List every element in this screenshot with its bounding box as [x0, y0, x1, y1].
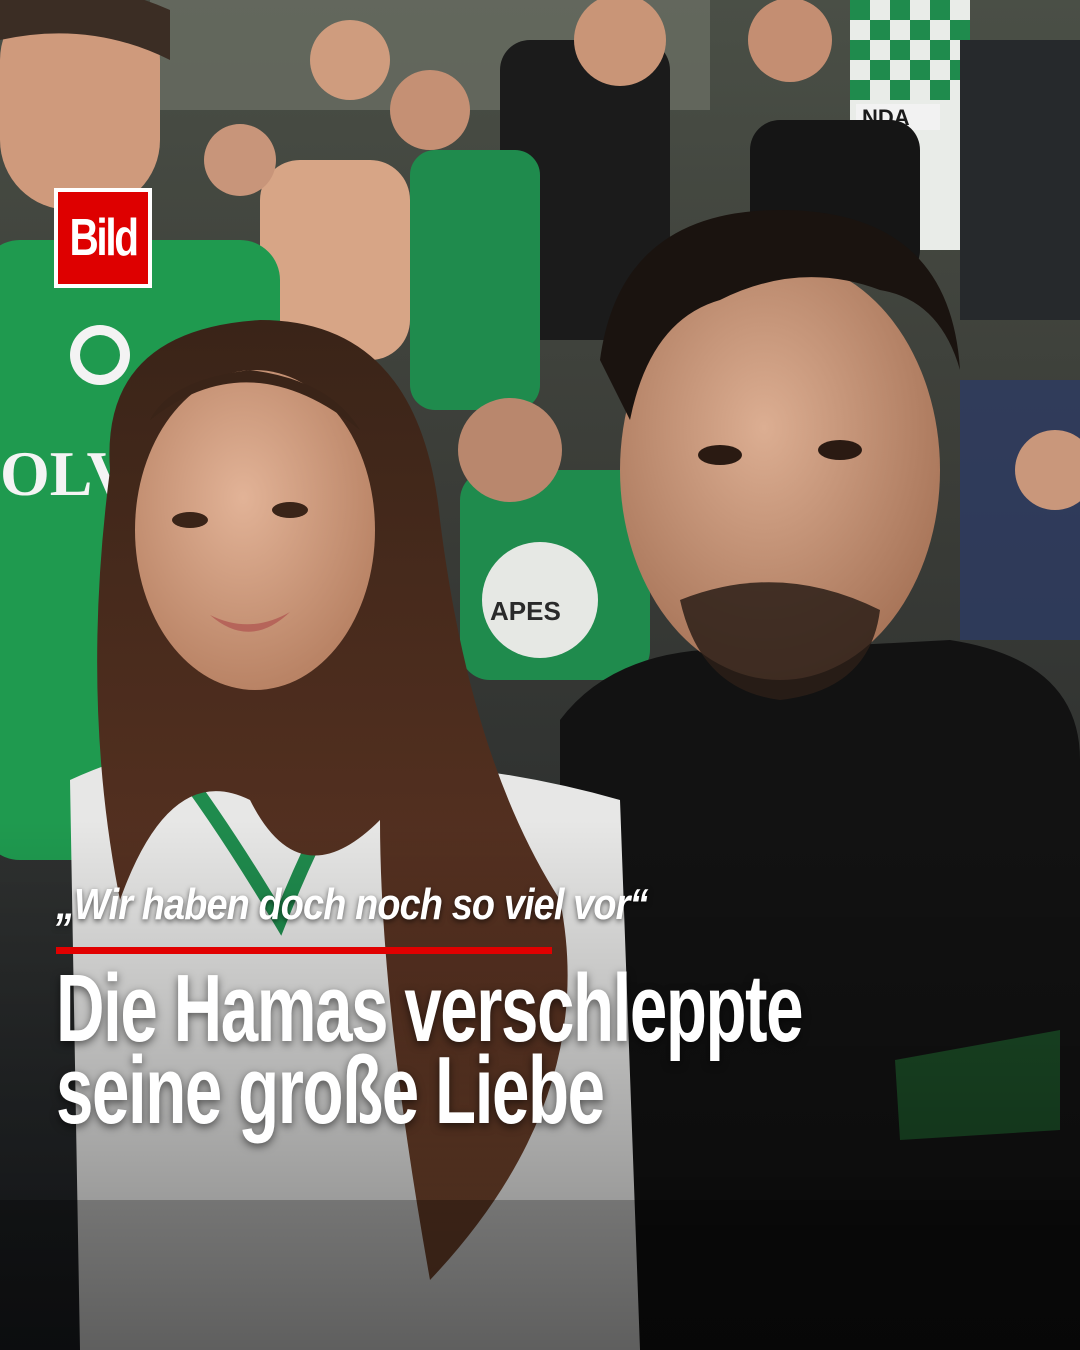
bild-logo: Bild — [54, 188, 152, 288]
headline-quote: „Wir haben doch noch so viel vor“ — [56, 880, 648, 929]
headline-line-2: seine große Liebe — [56, 1037, 605, 1144]
headline: Die Hamas verschleppte seine große Liebe — [56, 961, 1056, 1144]
bild-logo-text: Bild — [69, 209, 139, 267]
quote-underline — [56, 947, 552, 954]
jersey-text-apes: APES — [490, 596, 561, 626]
social-post: NDA APES OLVO Bild „Wir haben doch noch … — [0, 0, 1080, 1350]
